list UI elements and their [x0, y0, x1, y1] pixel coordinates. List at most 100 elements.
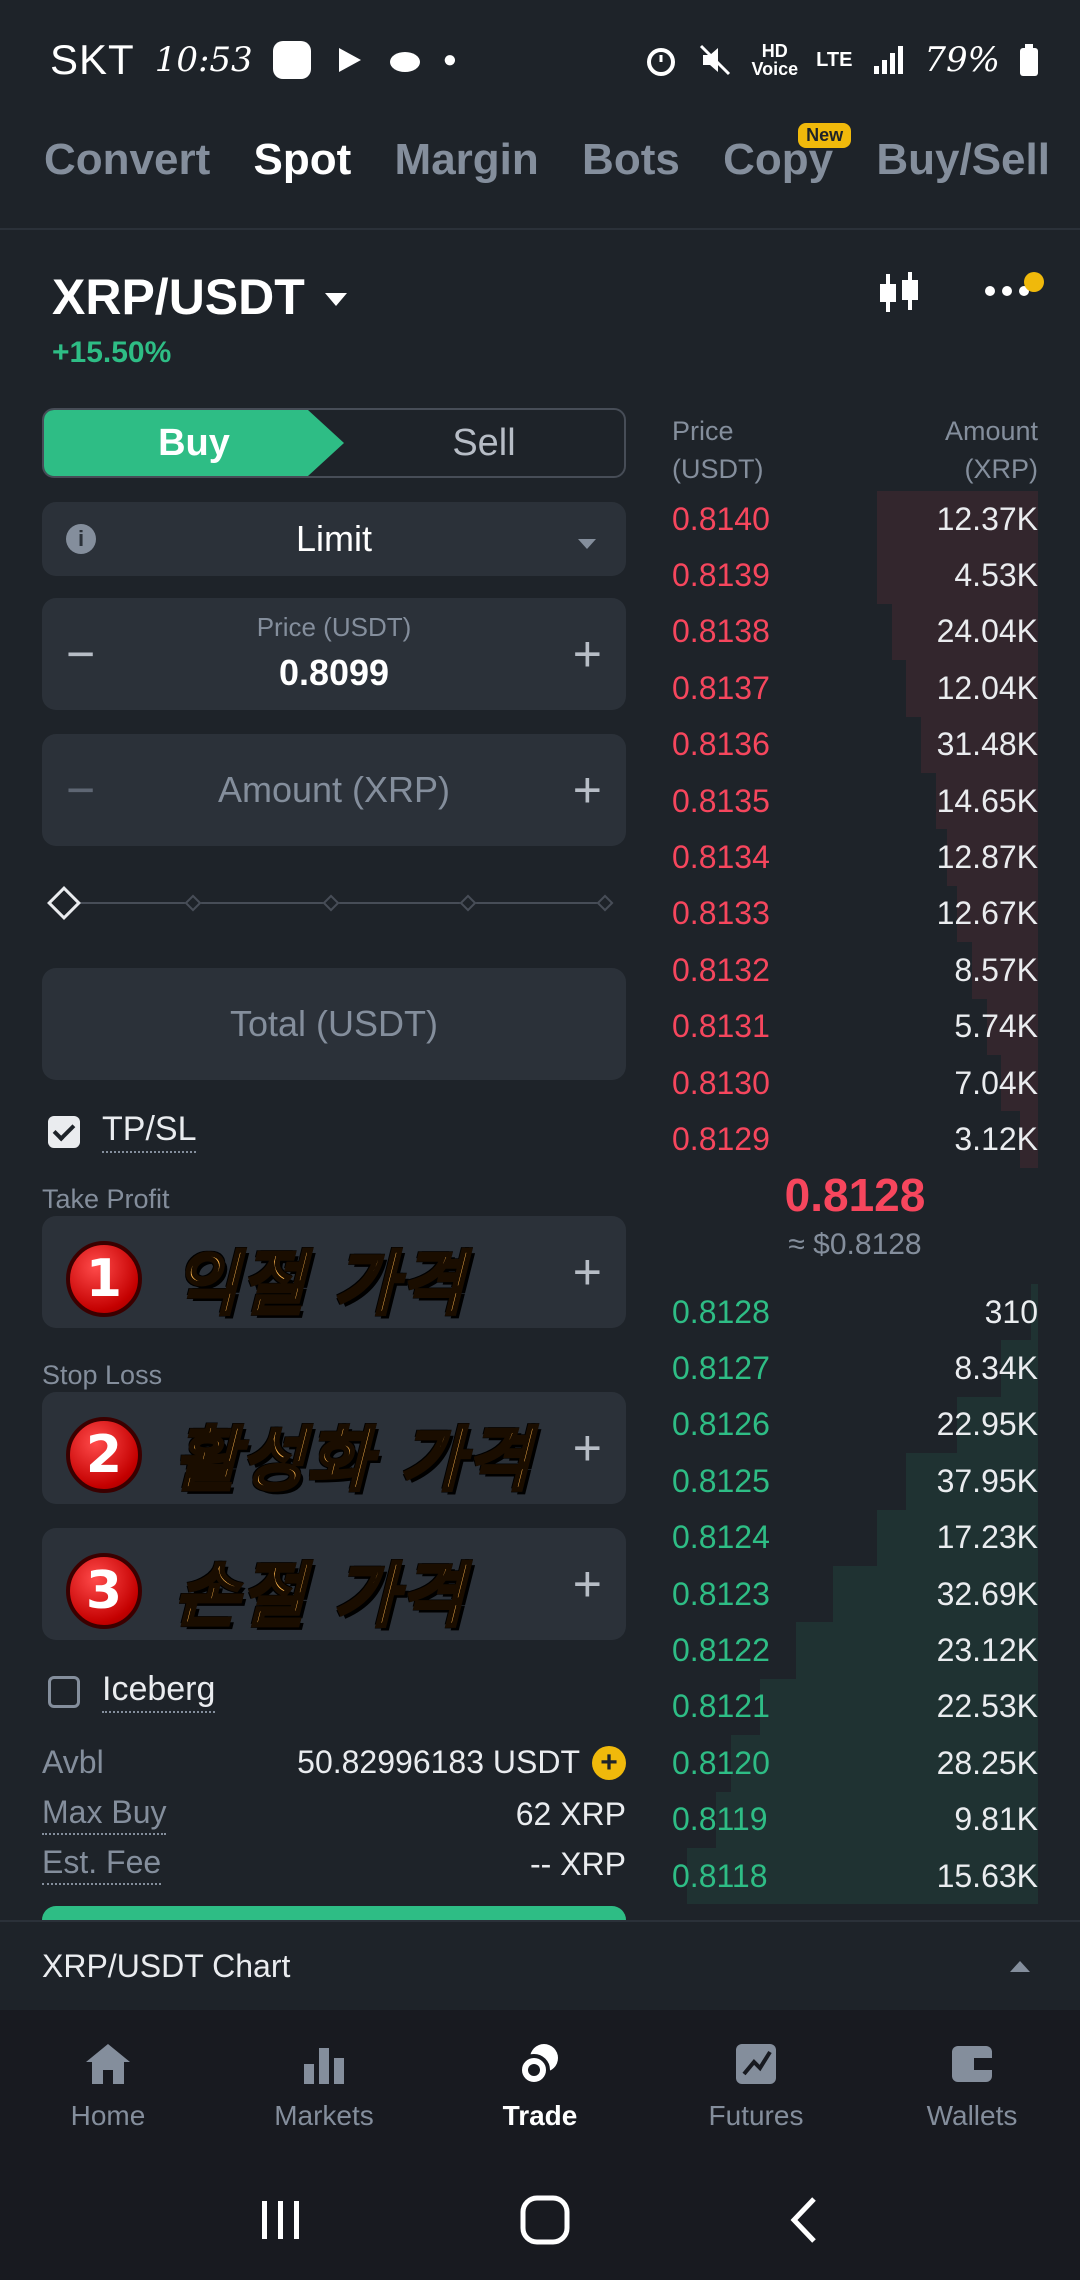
tab-margin[interactable]: Margin — [395, 135, 539, 185]
ask-price: 0.8139 — [672, 557, 770, 594]
buy-tab[interactable]: Buy — [44, 410, 344, 476]
est-fee-value: -- XRP — [530, 1846, 626, 1882]
price-value[interactable]: 0.8099 — [42, 652, 626, 694]
amount-increment-button[interactable]: + — [573, 761, 602, 819]
nav-home[interactable]: Home — [8, 2038, 208, 2132]
ask-amount: 12.87K — [936, 839, 1038, 876]
bid-amount: 32.69K — [936, 1575, 1038, 1612]
price-label: Price (USDT) — [256, 612, 412, 642]
iceberg-checkbox[interactable] — [48, 1675, 80, 1708]
stop-loss-label: Stop Loss — [42, 1360, 163, 1390]
back-icon[interactable] — [784, 2193, 824, 2247]
take-profit-increment-button[interactable]: + — [573, 1243, 602, 1301]
price-unit: (USDT) — [672, 454, 764, 484]
price-change: +15.50% — [52, 336, 172, 369]
ask-row[interactable]: 0.8136 31.48K — [672, 716, 1038, 773]
ask-row[interactable]: 0.8134 12.87K — [672, 829, 1038, 886]
ask-row[interactable]: 0.8140 12.37K — [672, 491, 1038, 548]
recent-apps-icon[interactable] — [256, 2195, 306, 2245]
sell-tab[interactable]: Sell — [344, 410, 624, 476]
bid-row[interactable]: 0.8119 9.81K — [672, 1791, 1038, 1848]
ask-row[interactable]: 0.8129 3.12K — [672, 1111, 1038, 1168]
ask-row[interactable]: 0.8137 12.04K — [672, 660, 1038, 717]
max-buy-label[interactable]: Max Buy — [42, 1794, 167, 1835]
slider-tick-50[interactable] — [322, 894, 340, 912]
ask-row[interactable]: 0.8139 4.53K — [672, 547, 1038, 604]
ask-row[interactable]: 0.8131 5.74K — [672, 998, 1038, 1055]
tab-buy-sell[interactable]: Buy/Sell — [876, 135, 1050, 185]
ask-amount: 3.12K — [954, 1120, 1038, 1157]
candlestick-chart-icon[interactable] — [874, 270, 924, 316]
annotation-take-profit: 1 익절 가격 — [66, 1228, 466, 1329]
bid-row[interactable]: 0.8124 17.23K — [672, 1509, 1038, 1566]
more-menu-button[interactable] — [984, 271, 1044, 303]
bid-price: 0.8121 — [672, 1688, 770, 1725]
tab-copy[interactable]: Copy New — [723, 123, 852, 185]
ask-amount: 12.37K — [936, 500, 1038, 537]
est-fee-row: Est. Fee -- XRP — [42, 1844, 626, 1885]
last-price-display[interactable]: 0.8128 ≈ $0.8128 — [672, 1168, 1038, 1262]
bid-row[interactable]: 0.8121 22.53K — [672, 1678, 1038, 1736]
pair-selector[interactable]: XRP/USDT — [52, 268, 347, 326]
nav-futures[interactable]: Futures — [656, 2038, 856, 2132]
tab-convert[interactable]: Convert — [44, 135, 210, 185]
hd-voice-icon: HD Voice — [751, 41, 799, 79]
stop-loss-trigger-increment-button[interactable]: + — [573, 1419, 602, 1477]
bid-row[interactable]: 0.8126 22.95K — [672, 1396, 1038, 1454]
tpsl-checkbox-row[interactable]: TP/SL — [48, 1110, 197, 1153]
markets-icon — [304, 2048, 344, 2084]
bid-price: 0.8122 — [672, 1632, 770, 1669]
slider-tick-100[interactable] — [596, 894, 614, 912]
ask-row[interactable]: 0.8130 7.04K — [672, 1054, 1038, 1112]
iceberg-checkbox-row[interactable]: Iceberg — [48, 1670, 216, 1713]
amount-decrement-button[interactable]: − — [66, 761, 95, 819]
header-actions — [874, 270, 1044, 316]
nav-wallets-label: Wallets — [926, 2100, 1018, 2131]
ask-row[interactable]: 0.8133 12.67K — [672, 885, 1038, 943]
price-header: Price — [672, 416, 734, 446]
tab-bots[interactable]: Bots — [582, 135, 680, 185]
bid-row[interactable]: 0.8123 32.69K — [672, 1565, 1038, 1623]
bid-row[interactable]: 0.8118 15.63K — [672, 1847, 1038, 1905]
nav-markets-label: Markets — [274, 2100, 374, 2131]
add-funds-icon[interactable]: + — [592, 1745, 626, 1780]
nav-home-label: Home — [70, 2100, 146, 2131]
bid-row[interactable]: 0.8128 310 — [672, 1284, 1038, 1341]
total-input[interactable]: Total (USDT) — [42, 968, 626, 1080]
slider-tick-25[interactable] — [184, 894, 202, 912]
signal-icon — [874, 46, 904, 74]
nav-wallets[interactable]: Wallets — [872, 2038, 1072, 2132]
tab-spot[interactable]: Spot — [254, 135, 352, 185]
price-increment-button[interactable]: + — [573, 625, 602, 683]
bid-price: 0.8118 — [672, 1857, 768, 1894]
info-icon[interactable]: i — [66, 524, 96, 554]
ask-row[interactable]: 0.8132 8.57K — [672, 942, 1038, 999]
ask-row[interactable]: 0.8138 24.04K — [672, 603, 1038, 661]
bid-row[interactable]: 0.8127 8.34K — [672, 1340, 1038, 1397]
amount-input[interactable]: − Amount (XRP) + — [42, 734, 626, 846]
home-button-icon[interactable] — [518, 2193, 572, 2247]
chart-toggle-bar[interactable]: XRP/USDT Chart — [0, 1920, 1080, 2010]
slider-handle[interactable] — [47, 886, 81, 920]
ask-row[interactable]: 0.8135 14.65K — [672, 772, 1038, 830]
ask-price: 0.8136 — [672, 726, 770, 763]
price-input[interactable]: − Price (USDT) 0.8099 + — [42, 598, 626, 710]
amount-slider[interactable] — [46, 886, 614, 920]
avbl-value: 50.82996183 USDT — [297, 1744, 580, 1780]
last-price: 0.8128 — [784, 1169, 926, 1221]
bid-row[interactable]: 0.8125 37.95K — [672, 1453, 1038, 1510]
avbl-label: Avbl — [42, 1744, 104, 1780]
more-icon — [985, 285, 1029, 296]
nav-trade[interactable]: Trade — [440, 2038, 640, 2132]
bid-row[interactable]: 0.8122 23.12K — [672, 1622, 1038, 1679]
stop-loss-limit-increment-button[interactable]: + — [573, 1555, 602, 1613]
tpsl-checkbox[interactable] — [48, 1115, 80, 1148]
chevron-up-icon — [1010, 1960, 1030, 1972]
home-icon — [86, 2044, 130, 2084]
bid-price: 0.8120 — [672, 1744, 770, 1781]
nav-markets[interactable]: Markets — [224, 2038, 424, 2132]
order-type-select[interactable]: i Limit — [42, 502, 626, 576]
bid-row[interactable]: 0.8120 28.25K — [672, 1735, 1038, 1792]
slider-tick-75[interactable] — [459, 894, 477, 912]
est-fee-label[interactable]: Est. Fee — [42, 1844, 162, 1885]
